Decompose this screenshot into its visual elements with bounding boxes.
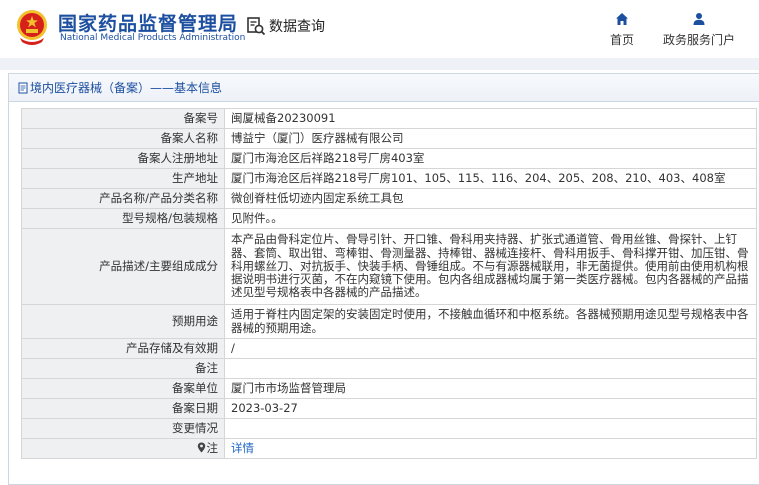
- details-link[interactable]: 详情: [231, 441, 254, 455]
- detail-panel: 境内医疗器械（备案）——基本信息 备案号 闽厦械备20230091 备案人名称 …: [8, 73, 759, 485]
- pin-icon: [197, 442, 205, 453]
- table-row: 备案单位 厦门市市场监督管理局: [21, 378, 757, 399]
- table-row: 产品名称/产品分类名称 微创脊柱低切迹内固定系统工具包: [21, 188, 757, 209]
- field-label: 备案人注册地址: [21, 148, 225, 169]
- field-value: 厦门市市场监督管理局: [224, 378, 757, 399]
- panel-title: 境内医疗器械（备案）——基本信息: [30, 81, 223, 95]
- field-label: 预期用途: [21, 304, 225, 339]
- site-subtitle: National Medical Products Administration: [60, 33, 246, 43]
- field-label: 备案单位: [21, 378, 225, 399]
- table-row: 备注: [21, 358, 757, 379]
- data-query-button[interactable]: 数据查询: [246, 14, 325, 38]
- field-value: 厦门市海沧区后祥路218号厂房101、105、115、116、204、205、2…: [224, 168, 757, 189]
- document-icon: [18, 82, 28, 93]
- field-label: 产品存储及有效期: [21, 338, 225, 359]
- field-label: 备案人名称: [21, 128, 225, 149]
- record-table: 备案号 闽厦械备20230091 备案人名称 博益宁（厦门）医疗器械有限公司 备…: [21, 108, 757, 459]
- site-header: 国家药品监督管理局 National Medical Products Admi…: [0, 0, 759, 58]
- field-label: 产品名称/产品分类名称: [21, 188, 225, 209]
- field-value: /: [224, 338, 757, 359]
- nav-home[interactable]: 首页: [604, 12, 640, 48]
- note-value-cell: 详情: [224, 438, 757, 459]
- field-label: 产品描述/主要组成成分: [21, 228, 225, 305]
- field-value: [224, 358, 757, 379]
- field-value: 2023-03-27: [224, 398, 757, 419]
- field-value: 适用于脊柱内固定架的安装固定时使用，不接触血循环和中枢系统。各器械预期用途见型号…: [224, 304, 757, 339]
- table-row: 产品存储及有效期 /: [21, 338, 757, 359]
- field-label: 备注: [21, 358, 225, 379]
- field-value: 厦门市海沧区后祥路218号厂房403室: [224, 148, 757, 169]
- data-query-label: 数据查询: [269, 19, 325, 35]
- table-row: 生产地址 厦门市海沧区后祥路218号厂房101、105、115、116、204、…: [21, 168, 757, 189]
- table-row: 备案号 闽厦械备20230091: [21, 108, 757, 129]
- table-row: 备案人名称 博益宁（厦门）医疗器械有限公司: [21, 128, 757, 149]
- nav-service-portal[interactable]: 政务服务门户: [656, 12, 742, 48]
- home-icon: [616, 13, 628, 25]
- field-label: 备案日期: [21, 398, 225, 419]
- table-row: 变更情况: [21, 418, 757, 439]
- field-value: 微创脊柱低切迹内固定系统工具包: [224, 188, 757, 209]
- table-row: 型号规格/包装规格 见附件。。: [21, 208, 757, 229]
- panel-header: 境内医疗器械（备案）——基本信息: [9, 74, 759, 102]
- search-document-icon: [247, 17, 266, 36]
- field-value: 闽厦械备20230091: [224, 108, 757, 129]
- nav-service-portal-label: 政务服务门户: [662, 33, 735, 47]
- user-icon: [693, 13, 705, 25]
- note-label-cell: 注: [21, 438, 225, 459]
- table-row: 预期用途 适用于脊柱内固定架的安装固定时使用，不接触血循环和中枢系统。各器械预期…: [21, 304, 757, 339]
- field-label: 备案号: [21, 108, 225, 129]
- site-title[interactable]: 国家药品监督管理局: [58, 9, 238, 36]
- header-divider: [0, 58, 759, 70]
- field-value: 博益宁（厦门）医疗器械有限公司: [224, 128, 757, 149]
- field-label: 型号规格/包装规格: [21, 208, 225, 229]
- field-value: [224, 418, 757, 439]
- table-row: 备案日期 2023-03-27: [21, 398, 757, 419]
- note-label: 注: [206, 440, 219, 455]
- field-value: 见附件。。: [224, 208, 757, 229]
- nav-home-label: 首页: [609, 33, 634, 47]
- field-value: 本产品由骨科定位片、骨导引针、开口锥、骨科用夹持器、扩张式通道管、骨用丝锥、骨探…: [224, 228, 757, 305]
- table-row: 备案人注册地址 厦门市海沧区后祥路218号厂房403室: [21, 148, 757, 169]
- field-label: 生产地址: [21, 168, 225, 189]
- table-row: 注 详情: [21, 438, 757, 459]
- table-row: 产品描述/主要组成成分 本产品由骨科定位片、骨导引针、开口锥、骨科用夹持器、扩张…: [21, 228, 757, 305]
- field-label: 变更情况: [21, 418, 225, 439]
- national-emblem-icon: [17, 10, 47, 45]
